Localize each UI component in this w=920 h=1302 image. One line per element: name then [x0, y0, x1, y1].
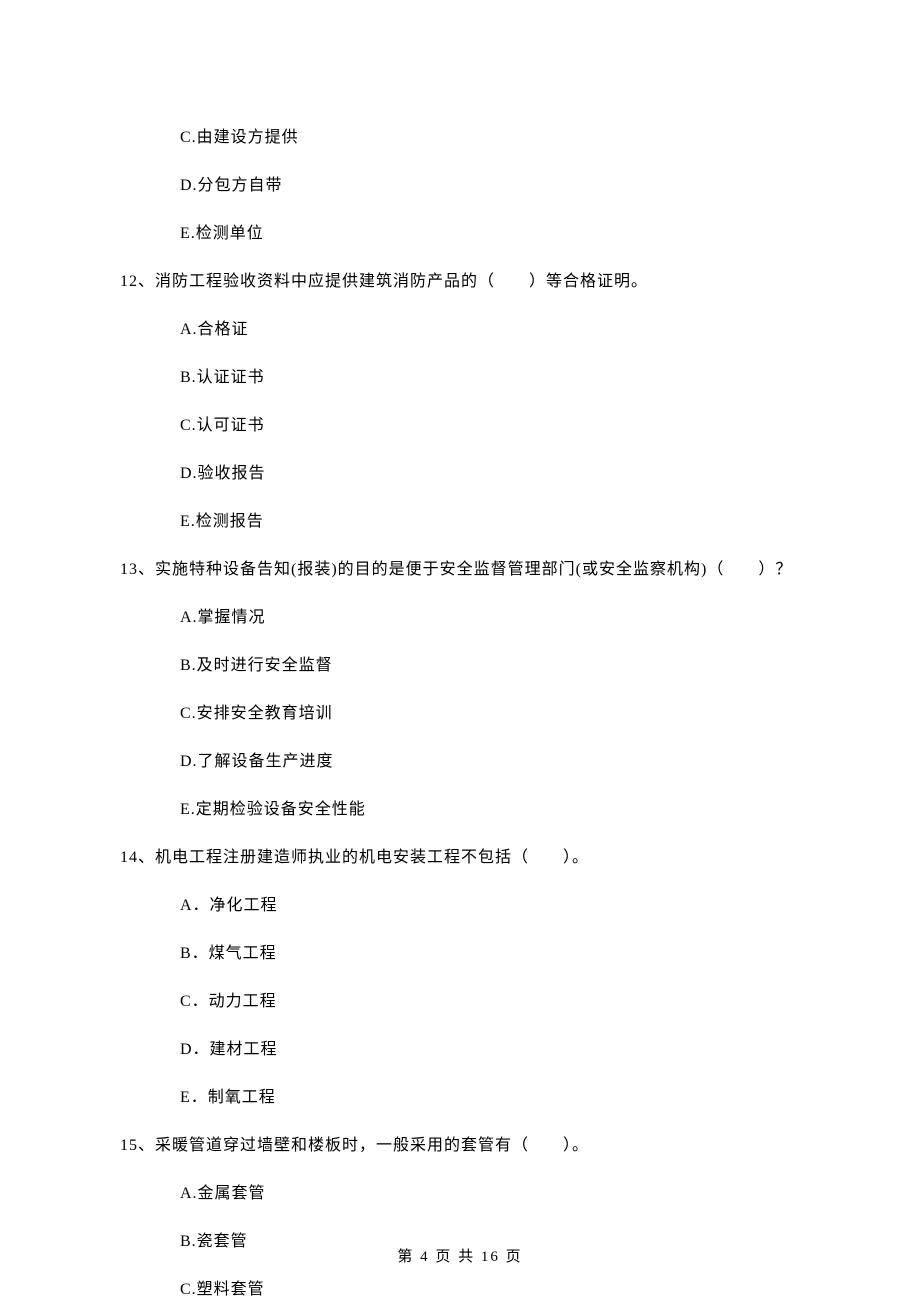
orphan-options-group: C.由建设方提供 D.分包方自带 E.检测单位: [120, 126, 800, 246]
question-block: 12、消防工程验收资料中应提供建筑消防产品的（ ）等合格证明。 A.合格证 B.…: [120, 270, 800, 534]
page-footer: 第 4 页 共 16 页: [0, 1246, 920, 1269]
option-item: A.金属套管: [180, 1182, 800, 1206]
question-block: 14、机电工程注册建造师执业的机电安装工程不包括（ ）。 A．净化工程 B．煤气…: [120, 846, 800, 1110]
option-item: A.合格证: [180, 318, 800, 342]
option-item: A.掌握情况: [180, 606, 800, 630]
option-item: D.了解设备生产进度: [180, 750, 800, 774]
question-stem: 14、机电工程注册建造师执业的机电安装工程不包括（ ）。: [120, 846, 800, 870]
option-item: E.检测报告: [180, 510, 800, 534]
question-block: 15、采暖管道穿过墙壁和楼板时，一般采用的套管有（ ）。 A.金属套管 B.瓷套…: [120, 1134, 800, 1302]
option-item: D.验收报告: [180, 462, 800, 486]
option-item: E.定期检验设备安全性能: [180, 798, 800, 822]
option-item: D．建材工程: [180, 1038, 800, 1062]
option-item: B．煤气工程: [180, 942, 800, 966]
question-stem: 12、消防工程验收资料中应提供建筑消防产品的（ ）等合格证明。: [120, 270, 800, 294]
question-stem: 13、实施特种设备告知(报装)的目的是便于安全监督管理部门(或安全监察机构)（ …: [120, 558, 800, 582]
option-item: D.分包方自带: [180, 174, 800, 198]
option-item: C.塑料套管: [180, 1278, 800, 1302]
question-block: 13、实施特种设备告知(报装)的目的是便于安全监督管理部门(或安全监察机构)（ …: [120, 558, 800, 822]
option-item: C.安排安全教育培训: [180, 702, 800, 726]
option-item: C.由建设方提供: [180, 126, 800, 150]
option-item: E.检测单位: [180, 222, 800, 246]
option-item: E．制氧工程: [180, 1086, 800, 1110]
page-content: C.由建设方提供 D.分包方自带 E.检测单位 12、消防工程验收资料中应提供建…: [0, 0, 920, 1302]
option-item: B.认证证书: [180, 366, 800, 390]
question-stem: 15、采暖管道穿过墙壁和楼板时，一般采用的套管有（ ）。: [120, 1134, 800, 1158]
option-item: C.认可证书: [180, 414, 800, 438]
option-item: C．动力工程: [180, 990, 800, 1014]
option-item: B.及时进行安全监督: [180, 654, 800, 678]
option-item: A．净化工程: [180, 894, 800, 918]
